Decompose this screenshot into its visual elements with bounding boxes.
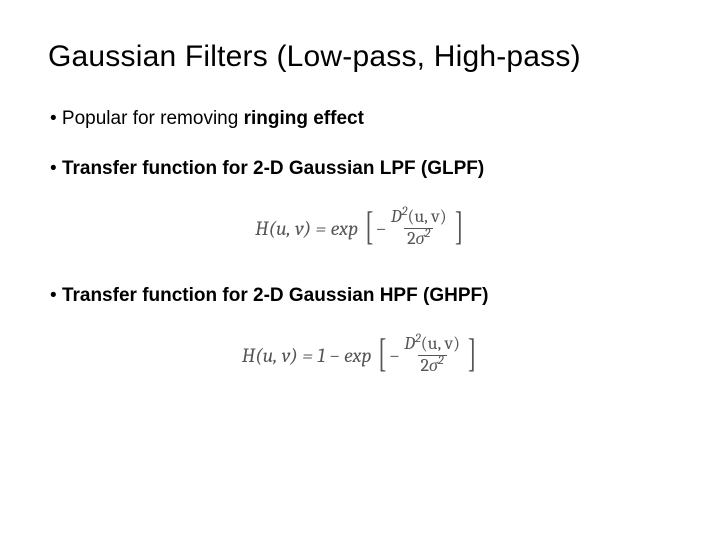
eq-args: (u, v) — [421, 333, 460, 354]
bullet-marker: • — [50, 285, 62, 306]
eq-sym: σ — [429, 355, 438, 376]
fraction: D2(u, v) 2σ2 — [388, 208, 450, 249]
eq-minus: − — [389, 344, 399, 367]
eq-minus: − — [376, 217, 386, 240]
slide: Gaussian Filters (Low-pass, High-pass) •… — [0, 0, 720, 540]
equation: H(u, v) = exp [ − D2(u, v) 2σ2 ] — [255, 208, 465, 249]
numerator: D2(u, v) — [401, 335, 463, 355]
slide-title: Gaussian Filters (Low-pass, High-pass) — [48, 40, 672, 74]
denominator: 2σ2 — [418, 355, 447, 376]
bullet-hpf: • Transfer function for 2-D Gaussian HPF… — [50, 285, 672, 307]
bullet-ringing: • Popular for removing ringing effect — [50, 108, 672, 130]
eq-sym: σ — [416, 228, 425, 249]
eq-sym: D — [404, 333, 415, 354]
eq-lhs: H(u, v) = 1 − exp — [242, 344, 372, 367]
formula-lpf: H(u, v) = exp [ − D2(u, v) 2σ2 ] — [48, 208, 672, 249]
numerator: D2(u, v) — [388, 208, 450, 228]
fraction: D2(u, v) 2σ2 — [401, 335, 463, 376]
formula-hpf: H(u, v) = 1 − exp [ − D2(u, v) 2σ2 ] — [48, 335, 672, 376]
bullet-marker: • — [50, 158, 62, 179]
bullet-bold: Transfer function for 2-D Gaussian LPF (… — [62, 158, 484, 179]
denominator: 2σ2 — [404, 228, 433, 249]
eq-sup: 2 — [425, 227, 431, 241]
bullet-text: • Popular for removing — [50, 108, 244, 129]
eq-args: (u, v) — [407, 206, 446, 227]
eq-sup: 2 — [438, 354, 444, 368]
equation: H(u, v) = 1 − exp [ − D2(u, v) 2σ2 ] — [242, 335, 479, 376]
bullet-lpf: • Transfer function for 2-D Gaussian LPF… — [50, 158, 672, 180]
eq-sym: 2 — [407, 228, 416, 249]
bullet-bold: Transfer function for 2-D Gaussian HPF (… — [62, 285, 489, 306]
eq-sym: 2 — [421, 355, 430, 376]
eq-sym: D — [391, 206, 402, 227]
bullet-bold: ringing effect — [244, 108, 364, 129]
eq-lhs: H(u, v) = exp — [255, 217, 358, 240]
